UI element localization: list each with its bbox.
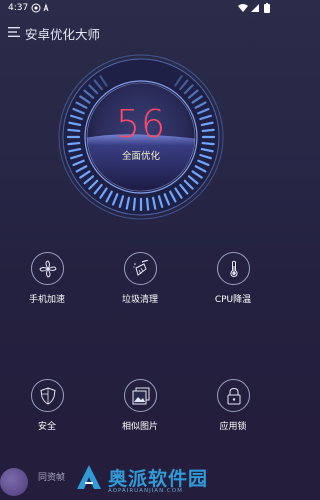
- feature-cpu-cool-label: CPU降温: [214, 295, 252, 305]
- feature-similar-photos-circle[interactable]: [123, 379, 157, 412]
- feature-similar-photos-label: 相似图片: [121, 422, 158, 432]
- signal-icon: [251, 4, 259, 12]
- feature-app-lock-label: 应用锁: [219, 422, 247, 432]
- feature-speed-up-label: 手机加速: [28, 295, 65, 305]
- feature-junk-clean-label: 垃圾清理: [121, 295, 158, 305]
- feature-speed-up-circle[interactable]: [30, 252, 64, 285]
- image-icon: [132, 387, 149, 405]
- watermark: 奥派软件园 AOPAIRUANJIAN.COM: [76, 462, 276, 498]
- feature-app-lock[interactable]: 应用锁: [193, 379, 273, 432]
- system-status-icons: [238, 3, 270, 13]
- thermometer-icon: [229, 260, 238, 277]
- feature-junk-clean-circle[interactable]: [123, 252, 157, 285]
- feature-security-label: 安全: [37, 422, 56, 432]
- app-bar: 安卓优化大师: [0, 16, 281, 50]
- feature-speed-up[interactable]: 手机加速: [7, 252, 87, 305]
- feature-junk-clean[interactable]: 垃圾清理: [100, 252, 180, 305]
- watermark-url: AOPAIRUANJIAN.COM: [108, 488, 183, 494]
- fan-icon: [38, 260, 57, 278]
- watermark-name: 奥派软件园: [108, 468, 209, 490]
- shield-icon: [39, 387, 56, 405]
- feature-cpu-cool-circle[interactable]: [216, 252, 250, 285]
- feature-app-lock-circle[interactable]: [216, 379, 250, 412]
- battery-icon: [264, 4, 270, 13]
- gauge-tick: [145, 197, 150, 211]
- lock-icon: [227, 387, 240, 405]
- app-title: 安卓优化大师: [25, 27, 101, 42]
- gauge-label[interactable]: 全面优化: [56, 148, 226, 162]
- gauge-tick: [132, 197, 137, 211]
- wifi-icon: [238, 4, 248, 12]
- bottom-banner-text: 同资帧: [38, 473, 66, 483]
- feature-cpu-cool[interactable]: CPU降温: [193, 252, 273, 305]
- feature-security-circle[interactable]: [30, 379, 64, 412]
- feature-security[interactable]: 安全: [7, 379, 87, 432]
- status-time: 4:37: [8, 3, 29, 13]
- feature-similar-photos[interactable]: 相似图片: [100, 379, 180, 432]
- menu-icon[interactable]: [8, 26, 20, 38]
- gauge-score: 56: [115, 102, 167, 146]
- watermark-logo-icon: [77, 465, 101, 489]
- status-bar: 4:37: [0, 0, 281, 16]
- notification-icons: [31, 3, 49, 13]
- broom-icon: [132, 260, 148, 276]
- avatar[interactable]: [0, 468, 28, 496]
